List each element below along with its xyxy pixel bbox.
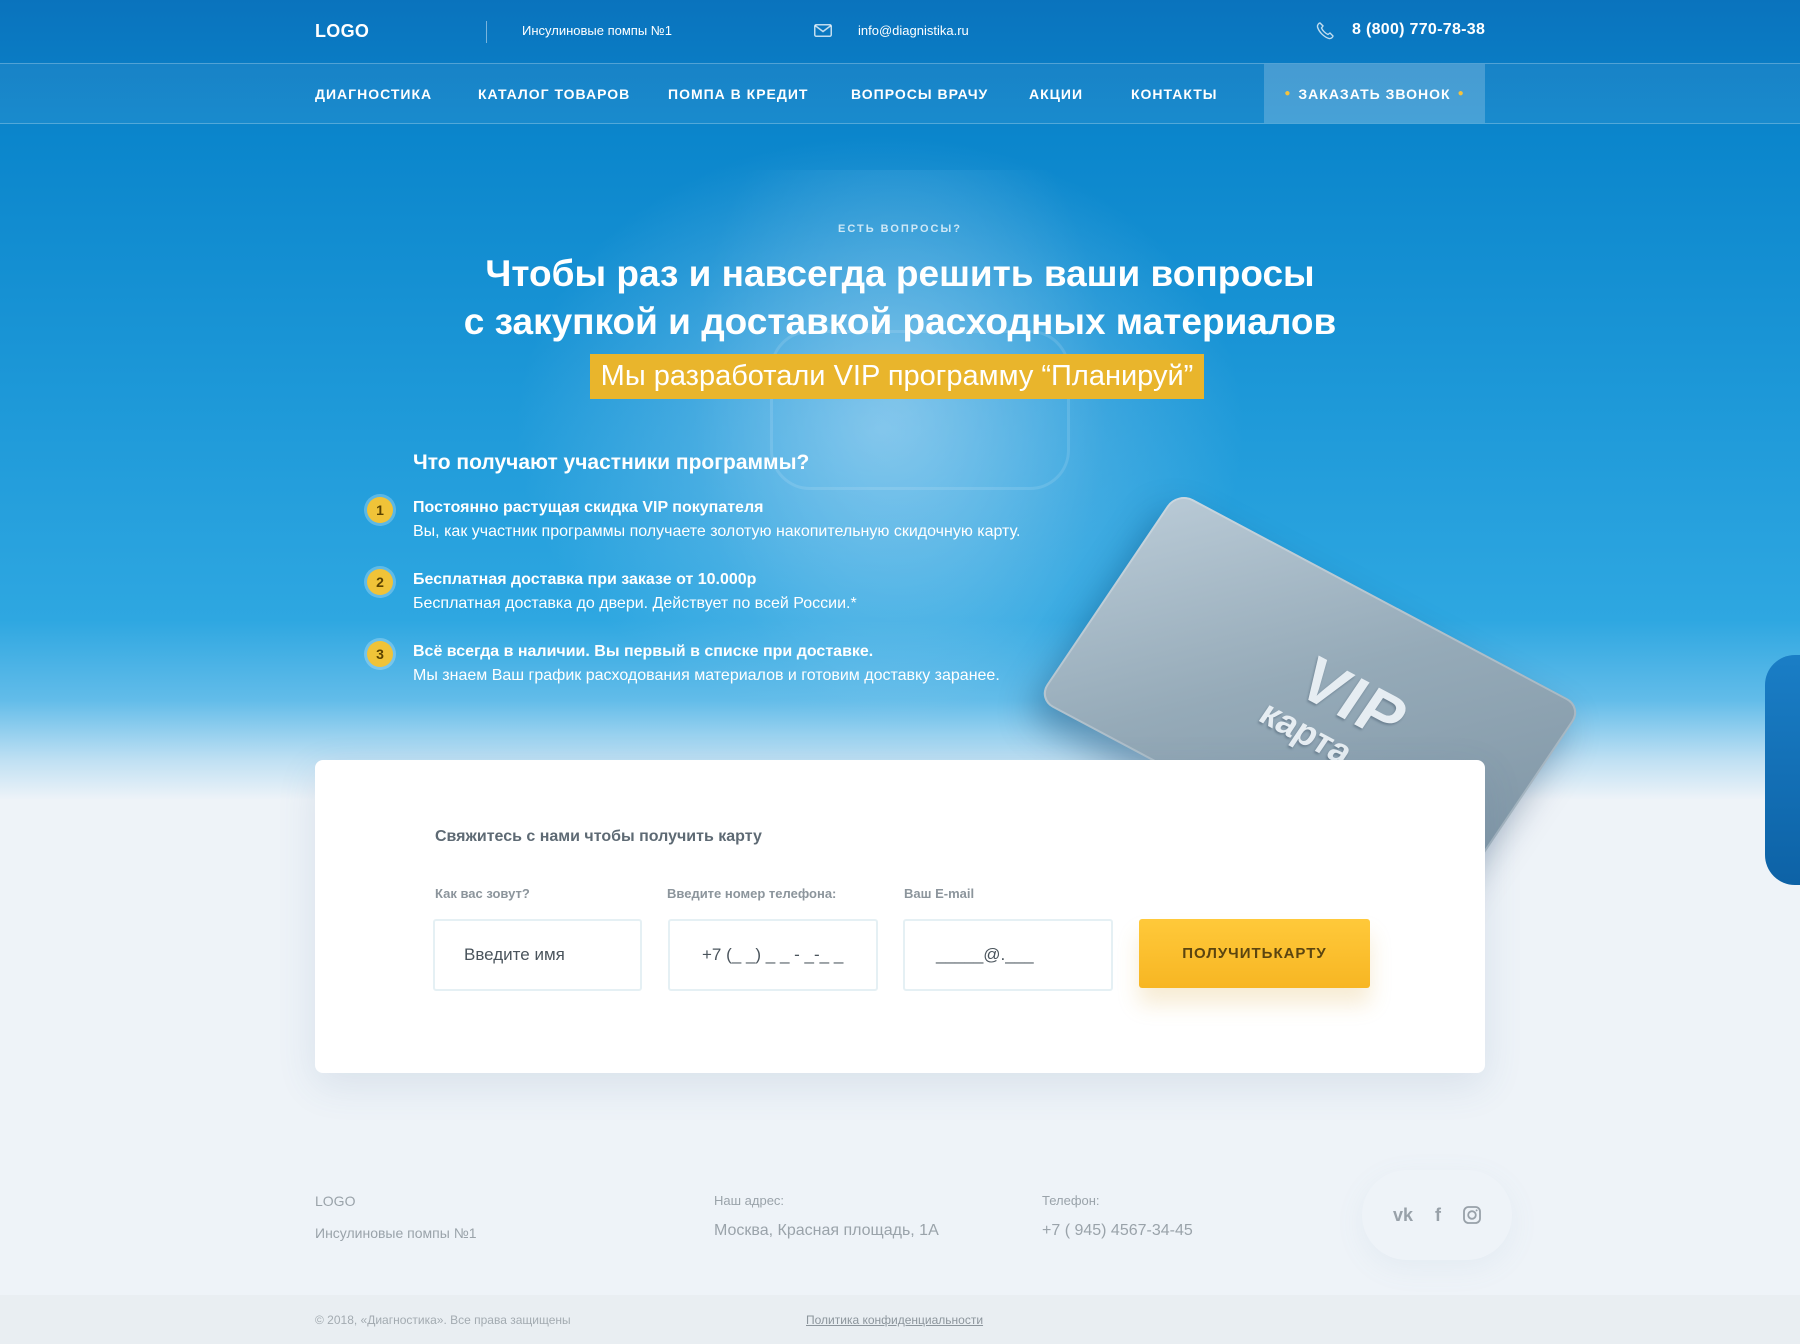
email-input[interactable]: _____@.___ [903, 919, 1113, 991]
footer-logo[interactable]: LOGO [315, 1193, 355, 1209]
logo[interactable]: LOGO [315, 21, 369, 42]
number-badge: 1 [367, 497, 393, 523]
benefits-title: Что получают участники программы? [413, 451, 810, 474]
request-call-label: ЗАКАЗАТЬ ЗВОНОК [1298, 85, 1451, 102]
footer-tagline: Инсулиновые помпы №1 [315, 1225, 477, 1241]
facebook-icon[interactable]: f [1435, 1205, 1441, 1226]
phone-label: Телефон: [1042, 1193, 1100, 1208]
nav-item-catalog[interactable]: КАТАЛОГ ТОВАРОВ [478, 86, 630, 102]
nav-item-promotions[interactable]: АКЦИИ [1029, 86, 1083, 102]
nav-item-contacts[interactable]: КОНТАКТЫ [1131, 86, 1217, 102]
number-badge: 2 [367, 569, 393, 595]
privacy-policy-link[interactable]: Политика конфиденциальности [806, 1313, 983, 1327]
dot-icon: ● [1284, 88, 1292, 99]
header-phone-link[interactable]: 8 (800) 770-78-38 [1352, 21, 1485, 39]
headline-line-2: с закупкой и доставкой расходных материа… [463, 301, 1337, 342]
vk-icon[interactable]: vk [1393, 1205, 1413, 1226]
next-slide-edge [1765, 655, 1800, 885]
form-title: Свяжитесь с нами чтобы получить карту [435, 828, 762, 845]
benefit-text: Бесплатная доставка до двери. Действует … [413, 595, 857, 612]
dot-icon: ● [1457, 88, 1465, 99]
nav-item-doctor-questions[interactable]: ВОПРОСЫ ВРАЧУ [851, 86, 988, 102]
address-value: Москва, Красная площадь, 1А [714, 1222, 939, 1239]
footer-phone-link[interactable]: +7 ( 945) 4567-34-45 [1042, 1222, 1193, 1240]
phone-icon [1316, 22, 1334, 40]
mail-icon [814, 24, 832, 37]
address-label: Наш адрес: [714, 1193, 785, 1208]
tagline: Инсулиновые помпы №1 [522, 23, 672, 38]
instagram-icon[interactable] [1463, 1206, 1481, 1224]
email-label: Ваш E-mail [904, 886, 975, 901]
name-label: Как вас зовут? [435, 886, 530, 901]
hero-headline: Чтобы раз и навсегда решить ваши вопросы… [0, 250, 1800, 346]
request-call-button[interactable]: ● ЗАКАЗАТЬ ЗВОНОК ● [1264, 64, 1485, 123]
header-email-link[interactable]: info@diagnistika.ru [858, 23, 969, 38]
divider [486, 21, 487, 43]
number-badge: 3 [367, 641, 393, 667]
main-nav: ДИАГНОСТИКА КАТАЛОГ ТОВАРОВ ПОМПА В КРЕД… [0, 63, 1800, 124]
benefit-title: Всё всегда в наличии. Вы первый в списке… [413, 643, 874, 660]
copyright: © 2018, «Диагностика». Все права защищен… [315, 1313, 571, 1327]
benefit-title: Постоянно растущая скидка VIP покупателя [413, 499, 764, 516]
social-links: vk f [1362, 1170, 1512, 1260]
benefit-title: Бесплатная доставка при заказе от 10.000… [413, 571, 757, 588]
vip-program-highlight: Мы разработали VIP программу “Планируй” [590, 354, 1204, 399]
phone-input[interactable]: +7 (_ _) _ _ - _-_ _ [668, 919, 878, 991]
get-card-button[interactable]: ПОЛУЧИТЬКАРТУ [1139, 919, 1370, 988]
name-input[interactable]: Введите имя [433, 919, 642, 991]
nav-item-credit[interactable]: ПОМПА В КРЕДИТ [668, 86, 809, 102]
top-bar: LOGO Инсулиновые помпы №1 info@diagnisti… [0, 0, 1800, 63]
hero-eyebrow: ЕСТЬ ВОПРОСЫ? [837, 223, 962, 235]
footer-bottom-bar: © 2018, «Диагностика». Все права защищен… [0, 1295, 1800, 1344]
signup-form-card: Свяжитесь с нами чтобы получить карту Ка… [315, 760, 1485, 1073]
benefit-text: Вы, как участник программы получаете зол… [413, 523, 1021, 540]
nav-item-diagnostics[interactable]: ДИАГНОСТИКА [315, 86, 432, 102]
headline-line-1: Чтобы раз и навсегда решить ваши вопросы [485, 253, 1315, 294]
phone-label: Введите номер телефона: [667, 886, 837, 901]
benefit-text: Мы знаем Ваш график расходования материа… [413, 667, 1000, 684]
